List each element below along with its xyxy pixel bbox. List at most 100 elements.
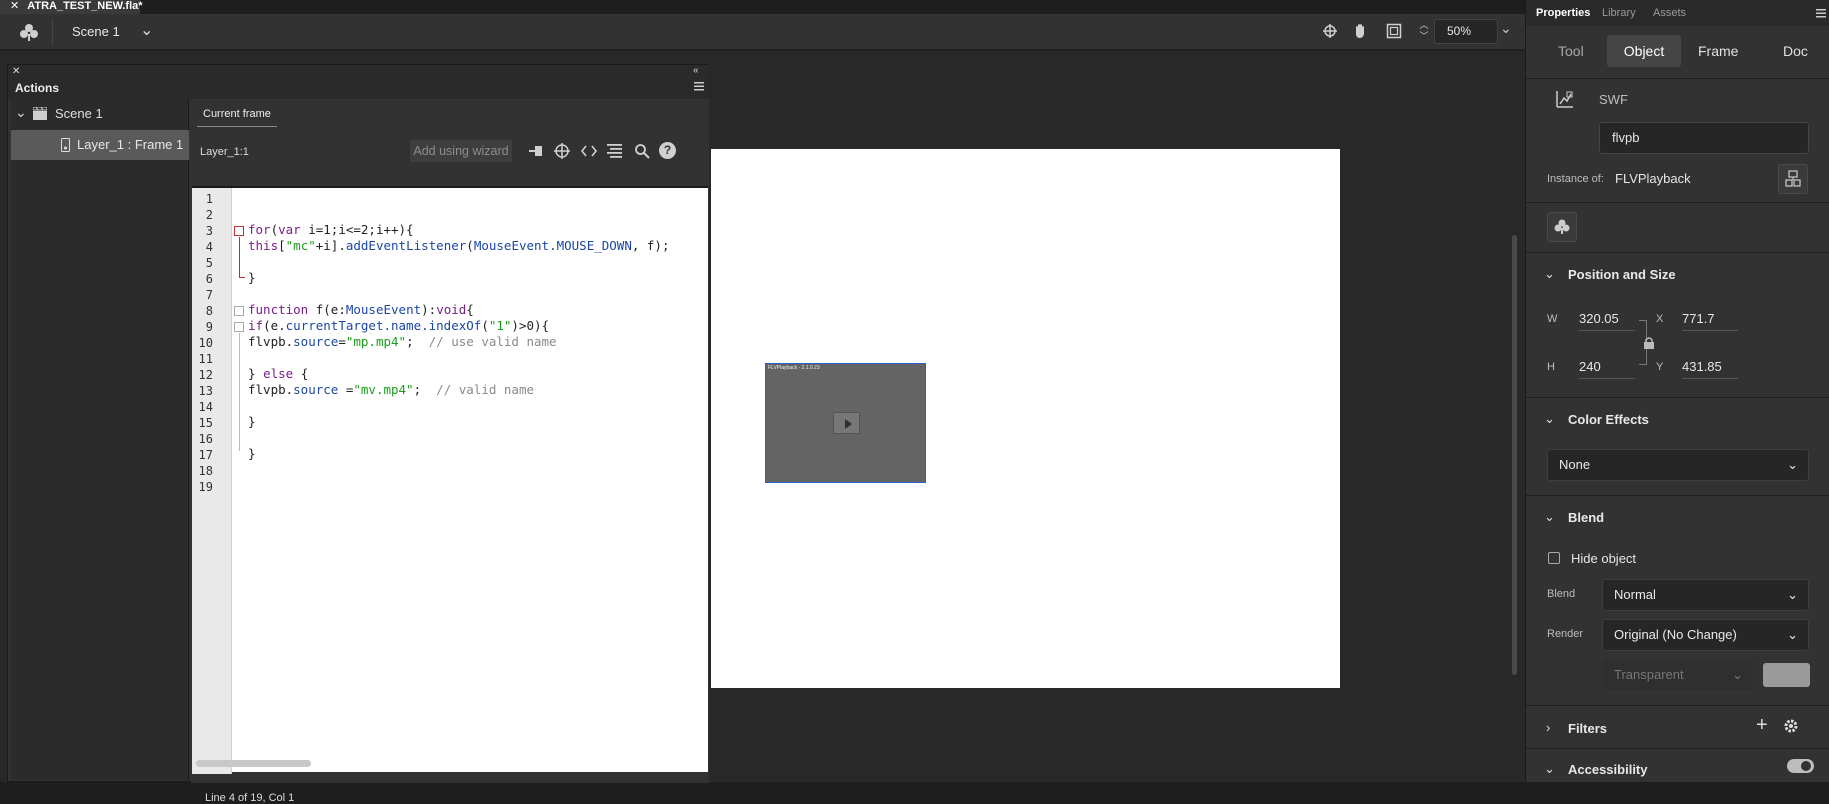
layer-frame-label: Layer_1:1 [200, 146, 249, 158]
line-number: 18 [198, 464, 213, 478]
line-number: 10 [198, 336, 213, 350]
instance-of-value: FLVPlayback [1615, 171, 1691, 186]
scene-dropdown-chevron-icon[interactable]: ⌄ [140, 20, 153, 40]
blend-label: Blend [1547, 588, 1576, 600]
add-filter-icon[interactable]: + [1756, 715, 1768, 735]
divider [1526, 748, 1829, 749]
code-editor[interactable]: 1 2 3 4 5 6 7 8 9 10 11 12 13 14 15 16 1… [192, 186, 708, 774]
line-number: 12 [198, 368, 213, 382]
tab-assets[interactable]: Assets [1653, 7, 1686, 19]
chevron-down-icon: ⌄ [1732, 667, 1743, 682]
code-line-12: } else { [248, 366, 309, 381]
hide-object-checkbox[interactable] [1548, 552, 1560, 564]
tab-library[interactable]: Library [1602, 7, 1636, 19]
chevron-down-icon: ⌄ [1787, 457, 1798, 472]
line-number: 15 [198, 416, 213, 430]
y-label: Y [1656, 361, 1664, 373]
instance-of-label: Instance of: [1547, 173, 1604, 185]
blend-chevron-icon[interactable]: ⌄ [1544, 509, 1555, 525]
format-code-icon[interactable] [607, 144, 622, 158]
x-input[interactable]: 771.7 [1682, 311, 1738, 331]
zoom-input[interactable]: 50% [1434, 19, 1498, 44]
tree-item-scene[interactable]: ⌄ Scene 1 [11, 99, 189, 129]
symbol-scene-icon[interactable] [18, 22, 40, 42]
tab-properties[interactable]: Properties [1536, 7, 1590, 19]
properties-panel: Properties Library Assets Tool Object Fr… [1525, 0, 1829, 782]
document-tab[interactable]: ✕ ATRA_TEST_NEW.fla* [0, 0, 143, 14]
height-input[interactable]: 240 [1579, 359, 1635, 379]
fold-marker[interactable] [234, 226, 244, 236]
color-effects-chevron-icon[interactable]: ⌄ [1544, 411, 1555, 427]
collapse-panel-icon[interactable]: « [693, 65, 699, 76]
divider [1526, 78, 1829, 79]
line-number: 8 [205, 304, 213, 318]
subtab-object[interactable]: Object [1607, 35, 1681, 67]
divider [1526, 495, 1829, 496]
subtab-doc[interactable]: Doc [1783, 43, 1808, 59]
line-number: 2 [205, 208, 213, 222]
line-number: 17 [198, 448, 213, 462]
line-number: 19 [198, 480, 213, 494]
line-number: 6 [205, 272, 213, 286]
code-line-15: } [248, 414, 256, 429]
swap-symbol-button[interactable] [1778, 164, 1808, 194]
wizard-label: Add using wizard [413, 144, 509, 158]
divider [1526, 252, 1829, 253]
script-editor-area: Current frame Layer_1:1 Add using wizard… [191, 99, 709, 804]
expand-chevron-icon[interactable]: ⌄ [15, 97, 27, 127]
instance-name-input[interactable]: flvpb [1599, 122, 1809, 154]
tab-current-frame[interactable]: Current frame [197, 103, 277, 127]
width-input[interactable]: 320.05 [1579, 311, 1635, 331]
pin-script-icon[interactable] [529, 144, 543, 158]
tree-item-layer-frame[interactable]: Layer_1 : Frame 1 [11, 130, 189, 160]
actions-panel-title: Actions [15, 81, 60, 95]
panel-menu-icon[interactable] [1816, 8, 1826, 18]
render-label: Render [1547, 628, 1584, 640]
render-select[interactable]: Original (No Change) ⌄ [1602, 619, 1809, 651]
w-label: W [1547, 313, 1558, 325]
close-panel-icon[interactable]: ✕ [12, 66, 20, 77]
zoom-dropdown-chevron-icon[interactable]: ⌄ [1500, 20, 1512, 37]
accessibility-toggle[interactable] [1787, 759, 1814, 773]
filters-chevron-icon[interactable]: › [1546, 720, 1550, 735]
line-number: 13 [198, 384, 213, 398]
panel-menu-icon[interactable] [694, 81, 704, 91]
help-icon[interactable]: ? [659, 142, 676, 159]
subtab-frame[interactable]: Frame [1698, 43, 1738, 59]
hand-icon[interactable] [1352, 22, 1370, 40]
zoom-stepper[interactable]: ︿ ﹀ [1418, 20, 1430, 42]
lock-aspect-icon[interactable] [1643, 336, 1655, 350]
insert-target-icon[interactable] [554, 143, 570, 159]
color-effect-select[interactable]: None ⌄ [1547, 449, 1809, 481]
add-using-wizard-button[interactable]: Add using wizard [410, 140, 512, 162]
flvplayback-component[interactable]: FLVPlayback - 2.1.0.23 [765, 363, 926, 483]
component-label: FLVPlayback - 2.1.0.23 [768, 365, 820, 371]
symbol-options-button[interactable] [1547, 212, 1577, 242]
blend-mode-value: Normal [1614, 587, 1656, 602]
clip-stage-icon[interactable] [1386, 23, 1402, 39]
horizontal-scrollbar[interactable] [196, 760, 311, 767]
code-line-3: for(var i=1;i<=2;i++){ [248, 222, 414, 237]
find-icon[interactable] [634, 143, 650, 159]
code-snippets-icon[interactable] [581, 143, 597, 159]
canvas-vertical-scrollbar[interactable] [1512, 235, 1517, 675]
line-number: 1 [205, 192, 213, 206]
fold-marker[interactable] [234, 306, 244, 316]
snap-icon[interactable] [1322, 23, 1338, 39]
play-button[interactable] [833, 412, 860, 434]
y-input[interactable]: 431.85 [1682, 359, 1738, 379]
filter-settings-gear-icon[interactable] [1783, 718, 1799, 734]
code-line-9: if(e.currentTarget.name.indexOf("1")>0){ [248, 318, 550, 333]
main-toolbar: Scene 1 ⌄ ︿ ﹀ 50% ⌄ [0, 14, 1525, 50]
play-icon [845, 419, 852, 429]
fold-marker[interactable] [234, 322, 244, 332]
background-select: Transparent ⌄ [1602, 659, 1754, 691]
background-value: Transparent [1614, 667, 1684, 682]
toolbar-divider [52, 19, 53, 45]
position-size-chevron-icon[interactable]: ⌄ [1544, 266, 1555, 282]
subtab-tool[interactable]: Tool [1558, 43, 1584, 59]
blend-mode-select[interactable]: Normal ⌄ [1602, 579, 1809, 611]
close-icon[interactable]: ✕ [10, 0, 19, 12]
divider [1526, 705, 1829, 706]
accessibility-chevron-icon[interactable]: ⌄ [1544, 761, 1555, 777]
